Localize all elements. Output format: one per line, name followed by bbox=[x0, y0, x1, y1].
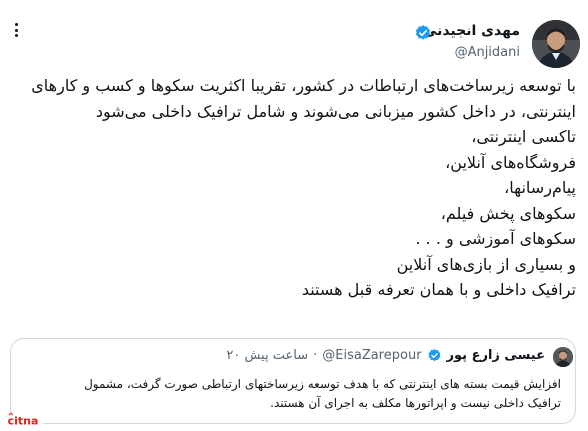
tweet-line: سکوهای آموزشی و . . . bbox=[415, 229, 576, 248]
author-handle[interactable]: @Anjidani bbox=[455, 45, 520, 60]
quoted-header: عیسی زارع پور @EisaZarepour · ۲۰ ساعت پی… bbox=[226, 348, 545, 363]
tweet-line: سکوهای پخش فیلم، bbox=[440, 203, 576, 223]
tweet-line: فروشگاه‌های آنلاین، bbox=[445, 152, 576, 172]
quoted-line: ترافیک داخلی نیست و اپراتورها مکلف به اج… bbox=[270, 396, 561, 410]
menu-dot bbox=[14, 34, 18, 37]
menu-dot bbox=[14, 23, 18, 26]
quoted-author-handle[interactable]: @EisaZarepour bbox=[322, 348, 421, 363]
author-avatar[interactable] bbox=[532, 20, 580, 68]
tweet-line: با توسعه زیرساخت‌های ارتباطات در کشور، ت… bbox=[31, 76, 576, 95]
citna-logo-watermark: citna bbox=[3, 412, 43, 428]
tweet-line: پیام‌رسانها، bbox=[504, 178, 576, 197]
quoted-text: افزایش قیمت بسته های اینترنتی که با هدف … bbox=[33, 375, 561, 413]
verified-badge-icon bbox=[428, 348, 440, 362]
quoted-line: افزایش قیمت بسته های اینترنتی که با هدف … bbox=[84, 377, 561, 391]
tweet-line: اینترنتی، در داخل کشور میزبانی می‌شوند و… bbox=[95, 101, 576, 121]
quoted-timestamp[interactable]: ۲۰ ساعت پیش bbox=[226, 348, 308, 363]
quoted-author-name[interactable]: عیسی زارع پور bbox=[447, 348, 545, 363]
quoted-tweet[interactable]: عیسی زارع پور @EisaZarepour · ۲۰ ساعت پی… bbox=[10, 338, 576, 424]
tweet-line: ترافیک داخلی و با همان تعرفه قبل هستند bbox=[301, 280, 576, 299]
menu-dot bbox=[14, 28, 18, 32]
author-name[interactable]: مهدی انجیدنی bbox=[423, 23, 520, 39]
more-options-icon[interactable] bbox=[6, 18, 26, 42]
meta-separator: · bbox=[313, 348, 318, 363]
svg-text:citna: citna bbox=[8, 415, 39, 428]
verified-badge-icon bbox=[415, 25, 431, 40]
tweet-text: با توسعه زیرساخت‌های ارتباطات در کشور، ت… bbox=[10, 73, 576, 303]
tweet-line: و بسیاری از بازی‌های آنلاین bbox=[396, 254, 576, 274]
tweet-card: مهدی انجیدنی @Anjidani با توسعه زیرساخت‌… bbox=[0, 0, 588, 431]
tweet-line: تاکسی اینترنتی، bbox=[471, 127, 576, 146]
quoted-author-avatar[interactable] bbox=[553, 347, 573, 367]
